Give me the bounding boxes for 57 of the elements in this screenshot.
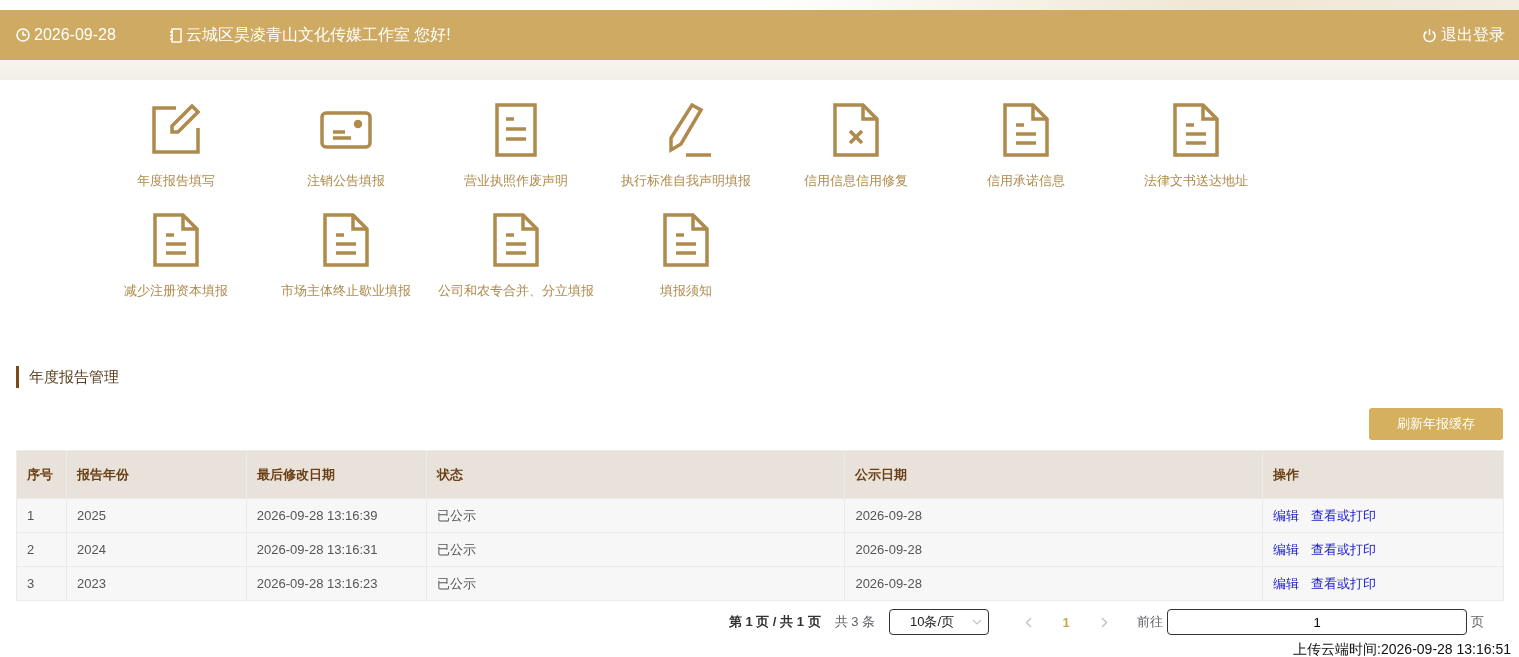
- upload-time: 上传云端时间:2026-09-28 13:16:51: [1293, 641, 1511, 657]
- date-text: 2026-09-28: [34, 26, 116, 44]
- action-link[interactable]: 查看或打印: [1311, 541, 1377, 557]
- shortcut-link[interactable]: 营业执照作废声明: [464, 172, 568, 190]
- goto-input[interactable]: 1: [1167, 609, 1467, 635]
- table-cell: 2026-09-28: [844, 498, 1263, 533]
- page-number[interactable]: 1: [1047, 614, 1085, 630]
- table-cell: 已公示: [426, 532, 845, 567]
- power-icon: [1422, 27, 1437, 43]
- page-size-select[interactable]: 10条/页: [889, 609, 989, 635]
- action-link[interactable]: 编辑: [1273, 507, 1300, 523]
- shortcut-link[interactable]: 信用承诺信息: [987, 172, 1065, 190]
- next-icon[interactable]: [1100, 616, 1108, 628]
- shortcut-link[interactable]: 信用信息信用修复: [804, 172, 908, 190]
- column-header: 序号: [16, 450, 67, 499]
- table-cell: 1: [16, 498, 67, 533]
- shortcut-link[interactable]: 执行标准自我声明填报: [621, 172, 751, 190]
- column-header: 报告年份: [66, 450, 247, 499]
- table-cell: 2: [16, 532, 67, 567]
- table-cell: 2026-09-28: [844, 532, 1263, 567]
- shortcut-link[interactable]: 注销公告填报: [307, 172, 385, 190]
- goto-label: 前往: [1137, 613, 1163, 631]
- table-cell: 2023: [66, 566, 247, 601]
- clock-icon: [16, 28, 30, 42]
- action-link[interactable]: 查看或打印: [1311, 507, 1377, 523]
- page-suffix: 页: [1471, 613, 1485, 631]
- table-cell: 2025: [66, 498, 247, 533]
- action-link[interactable]: 编辑: [1273, 541, 1300, 557]
- section-title: 年度报告管理: [16, 366, 1503, 388]
- total-count: 共 3 条: [834, 613, 875, 631]
- column-header: 最后修改日期: [246, 450, 427, 499]
- logout-link[interactable]: 退出登录: [1422, 24, 1505, 46]
- table-cell: 2026-09-28 13:16:39: [246, 498, 427, 533]
- action-link[interactable]: 编辑: [1273, 575, 1300, 591]
- shortcut-link[interactable]: 填报须知: [660, 282, 712, 300]
- previous-icon[interactable]: [1024, 616, 1032, 628]
- shortcut-link[interactable]: 公司和农专合并、分立填报: [438, 282, 594, 300]
- chevron-down-icon: [972, 619, 982, 625]
- table-cell: 已公示: [426, 498, 845, 533]
- shortcut-link[interactable]: 市场主体终止歇业填报: [281, 282, 411, 300]
- shortcut-link[interactable]: 减少注册资本填报: [124, 282, 228, 300]
- table-cell: 已公示: [426, 566, 845, 601]
- table-cell: 2024: [66, 532, 247, 567]
- page-summary: 第 1 页 / 共 1 页: [728, 613, 821, 631]
- shortcut-link[interactable]: 年度报告填写: [137, 172, 215, 190]
- notebook-icon: [169, 27, 182, 43]
- greeting-text: 云城区昊凌青山文化传媒工作室 您好!: [185, 24, 451, 45]
- column-header: 操作: [1262, 450, 1504, 499]
- shortcut-link[interactable]: 法律文书送达地址: [1144, 172, 1248, 190]
- column-header: 状态: [426, 450, 845, 499]
- column-header: 公示日期: [844, 450, 1263, 499]
- table-cell: 2026-09-28: [844, 566, 1263, 601]
- refresh-button[interactable]: 刷新年报缓存: [1369, 408, 1503, 440]
- action-link[interactable]: 查看或打印: [1311, 575, 1377, 591]
- table-cell: 2026-09-28 13:16:23: [246, 566, 427, 601]
- table-cell: 3: [16, 566, 67, 601]
- table-cell: 2026-09-28 13:16:31: [246, 532, 427, 567]
